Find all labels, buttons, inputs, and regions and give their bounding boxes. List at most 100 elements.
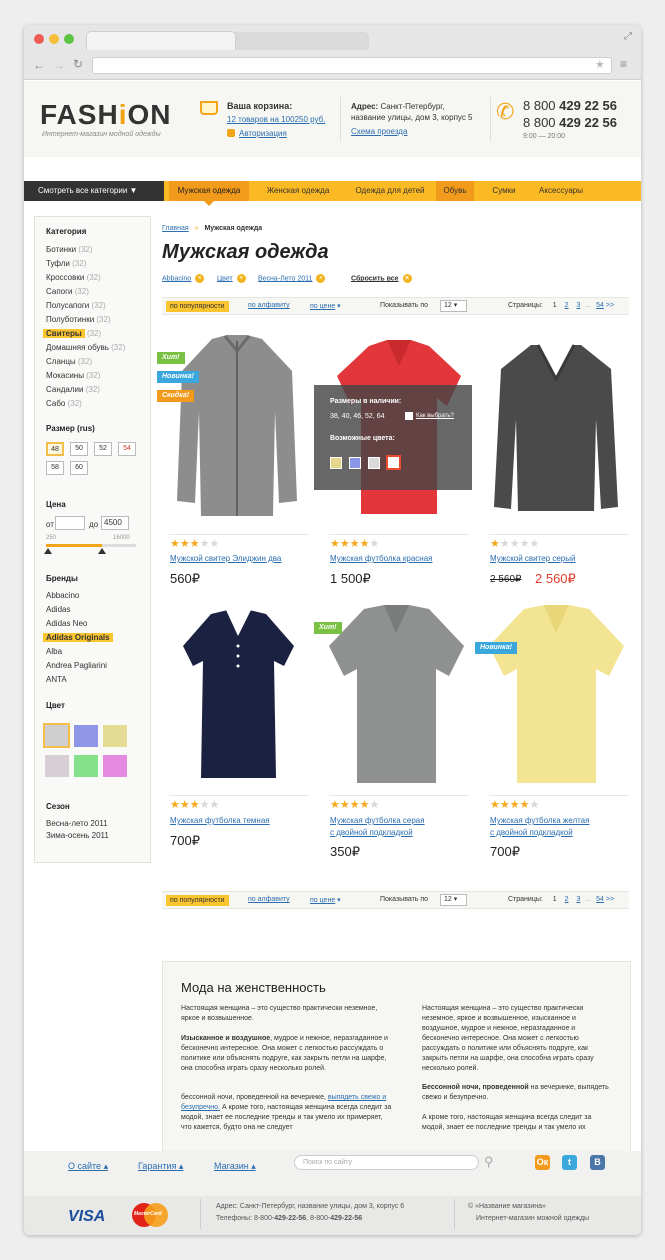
product-link[interactable]: Мужской свитер серый <box>490 553 575 565</box>
forward-icon[interactable]: → <box>53 58 65 72</box>
nav-womens-clothing[interactable]: Женская одежда <box>256 181 340 201</box>
footer-link-shop[interactable]: Магазин ▴ <box>214 1161 256 1172</box>
category-link[interactable]: Полуботинки (32) <box>46 315 111 324</box>
color-option-selected[interactable] <box>386 455 401 470</box>
size-option[interactable]: 60 <box>70 461 88 475</box>
sort-by-popularity[interactable]: по популярности <box>166 301 229 312</box>
size-option[interactable]: 50 <box>70 442 88 456</box>
reload-icon[interactable]: ↻ <box>73 57 83 71</box>
page-link[interactable]: 54 <box>596 896 604 903</box>
nav-accessories[interactable]: Аксессуары <box>530 181 592 201</box>
minimize-dot[interactable] <box>49 34 59 44</box>
auth-link[interactable]: Авторизация <box>239 129 287 138</box>
nav-mens-clothing[interactable]: Мужская одежда <box>169 181 249 201</box>
category-link[interactable]: Сланцы (32) <box>46 357 92 366</box>
product-link[interactable]: Мужская футболка серая с двойной подкладк… <box>330 815 425 839</box>
season-link[interactable]: Весна-лето 2011 <box>46 819 108 828</box>
sort-by-price[interactable]: по цене ▾ <box>310 896 341 904</box>
menu-icon[interactable]: ≡ <box>620 57 627 71</box>
search-icon[interactable]: ⚲ <box>484 1154 494 1170</box>
bookmark-star-icon[interactable]: ★ <box>595 58 605 71</box>
nav-bags[interactable]: Сумки <box>484 181 524 201</box>
browser-tab-inactive[interactable] <box>229 32 369 50</box>
sort-by-price[interactable]: по цене ▾ <box>310 302 341 310</box>
color-option[interactable] <box>368 457 380 469</box>
brand-link[interactable]: Alba <box>46 647 62 656</box>
category-link[interactable]: Сабо (32) <box>46 399 82 408</box>
size-option-selected[interactable]: 54 <box>118 442 136 456</box>
color-swatch[interactable] <box>74 755 98 777</box>
product-link[interactable]: Мужская футболка желтая с двойной подклад… <box>490 815 589 839</box>
brand-link[interactable]: Adidas <box>46 605 70 614</box>
phone-number-2[interactable]: 8 800 429 22 56 <box>523 115 617 130</box>
slider-handle-max[interactable] <box>98 548 106 554</box>
per-page-select[interactable]: 12 ▾ <box>440 894 467 906</box>
brand-link[interactable]: Abbacino <box>46 591 79 600</box>
category-link[interactable]: Кроссовки (32) <box>46 273 101 282</box>
page-current[interactable]: 1 <box>553 896 557 903</box>
category-link[interactable]: Домашняя обувь (32) <box>46 343 125 352</box>
next-page-link[interactable]: >> <box>606 896 614 903</box>
cart-icon[interactable] <box>200 101 218 115</box>
maximize-dot[interactable] <box>64 34 74 44</box>
vkontakte-icon[interactable]: В <box>590 1155 605 1170</box>
page-link[interactable]: 3 <box>576 896 580 903</box>
close-dot[interactable] <box>34 34 44 44</box>
category-link[interactable]: Мокасины (32) <box>46 371 100 380</box>
size-option-selected[interactable]: 48 <box>46 442 64 456</box>
category-link[interactable]: Полусапоги (32) <box>46 301 106 310</box>
brand-link[interactable]: ANTA <box>46 675 67 684</box>
size-guide-link[interactable]: Как выбрать? <box>416 413 454 419</box>
breadcrumb-home-link[interactable]: Главная <box>162 225 189 232</box>
size-option[interactable]: 58 <box>46 461 64 475</box>
product-image[interactable] <box>484 601 629 786</box>
phone-number-1[interactable]: 8 800 429 22 56 <box>523 98 617 113</box>
per-page-select[interactable]: 12 ▾ <box>440 300 467 312</box>
color-option[interactable] <box>330 457 342 469</box>
brand-link-active[interactable]: Adidas Originals <box>43 633 113 642</box>
product-image[interactable] <box>176 606 301 781</box>
odnoklassniki-icon[interactable]: Ок <box>535 1155 550 1170</box>
sort-by-popularity[interactable]: по популярности <box>166 895 229 906</box>
sort-by-alpha[interactable]: по алфавиту <box>248 896 290 903</box>
size-option[interactable]: 52 <box>94 442 112 456</box>
product-image[interactable] <box>324 601 469 786</box>
footer-link-about[interactable]: О сайте ▴ <box>68 1161 108 1172</box>
page-link[interactable]: 2 <box>565 896 569 903</box>
active-filter[interactable]: Цвет × <box>217 274 246 283</box>
price-to-input[interactable]: 4500 <box>101 516 129 530</box>
active-filter[interactable]: Весна-Лето 2011 × <box>258 274 326 283</box>
product-link[interactable]: Мужская футболка темная <box>170 815 270 827</box>
twitter-icon[interactable]: t <box>562 1155 577 1170</box>
page-link[interactable]: 3 <box>576 302 580 309</box>
page-current[interactable]: 1 <box>553 302 557 309</box>
color-swatch-selected[interactable] <box>43 723 70 748</box>
footer-link-guarantee[interactable]: Гарантия ▴ <box>138 1161 183 1172</box>
all-categories-button[interactable]: Смотреть все категории ▼ <box>24 181 164 201</box>
category-link[interactable]: Туфли (32) <box>46 259 86 268</box>
browser-tab-active[interactable] <box>86 31 236 50</box>
category-link-active[interactable]: Свитеры (32) <box>43 329 101 338</box>
product-link[interactable]: Мужская футболка красная <box>330 553 433 565</box>
color-option[interactable] <box>349 457 361 469</box>
nav-kids-clothing[interactable]: Одежда для детей <box>346 181 434 201</box>
color-swatch[interactable] <box>45 755 69 777</box>
nav-shoes[interactable]: Обувь <box>436 181 474 201</box>
route-map-link[interactable]: Схема проезда <box>351 127 407 136</box>
back-icon[interactable]: ← <box>33 58 45 72</box>
product-link[interactable]: Мужской свитер Элиджин два <box>170 553 281 565</box>
category-link[interactable]: Сапоги (32) <box>46 287 89 296</box>
slider-handle-min[interactable] <box>44 548 52 554</box>
color-swatch[interactable] <box>103 755 127 777</box>
category-link[interactable]: Сандалии (32) <box>46 385 100 394</box>
color-swatch[interactable] <box>103 725 127 747</box>
color-swatch[interactable] <box>74 725 98 747</box>
brand-link[interactable]: Andrea Pagliarini <box>46 661 107 670</box>
footer-search-input[interactable]: Поиск по сайту <box>294 1155 479 1170</box>
fullscreen-icon[interactable]: ⤢ <box>624 31 632 42</box>
next-page-link[interactable]: >> <box>606 302 614 309</box>
cart-summary-link[interactable]: 12 товаров на 100250 руб. <box>227 115 325 124</box>
brand-link[interactable]: Adidas Neo <box>46 619 87 628</box>
product-image[interactable] <box>167 331 307 521</box>
reset-filters-button[interactable]: Сбросить все × <box>351 274 412 283</box>
